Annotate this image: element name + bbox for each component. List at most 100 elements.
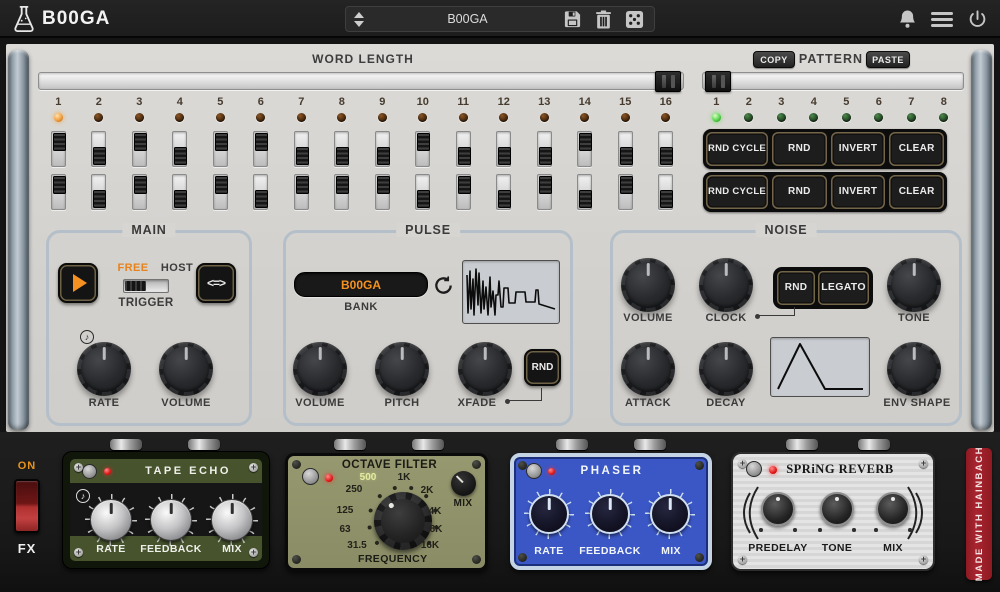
notifications-bell-icon[interactable] [898, 9, 917, 29]
step-slider[interactable] [51, 174, 66, 210]
phaser-mix-knob[interactable] [650, 494, 690, 534]
spring-reverb-tone-knob[interactable] [820, 492, 854, 526]
fx-on-rocker-switch[interactable] [14, 479, 40, 533]
pulse-row-buttons: RND CYCLE RND INVERT CLEAR [703, 129, 947, 169]
step-slider[interactable] [253, 131, 268, 167]
step-slider[interactable] [334, 131, 349, 167]
preset-name[interactable]: B00GA [372, 12, 563, 26]
octave-filter-mix-knob[interactable] [451, 471, 476, 496]
play-button[interactable] [58, 263, 98, 303]
step-slider[interactable] [172, 174, 187, 210]
bank-reload-icon[interactable] [433, 275, 454, 296]
word-length-slider-handle[interactable] [655, 71, 681, 92]
octave-filter-stomp-button[interactable] [302, 468, 319, 485]
step-slider[interactable] [132, 131, 147, 167]
rnd-cycle-button[interactable]: RND CYCLE [706, 132, 768, 166]
step-slider[interactable] [375, 174, 390, 210]
bank-display[interactable]: B00GA [294, 272, 428, 297]
step-number: 7 [908, 96, 914, 108]
tape-echo-feedback-knob[interactable] [150, 499, 192, 541]
step-slider[interactable] [618, 174, 633, 210]
step-slider[interactable] [577, 174, 592, 210]
invert-button[interactable]: INVERT [831, 175, 886, 209]
step-slider[interactable] [496, 174, 511, 210]
pulse-pitch-knob[interactable] [375, 342, 429, 396]
spring-reverb-led [769, 466, 777, 474]
pattern-copy-button[interactable]: COPY [753, 51, 795, 68]
step-slider[interactable] [618, 131, 633, 167]
step-number: 15 [619, 96, 631, 108]
noise-decay-knob[interactable] [699, 342, 753, 396]
plugin-window: B00GA B00GA [0, 0, 1000, 592]
delete-preset-icon[interactable] [595, 10, 612, 29]
step-slider[interactable] [334, 174, 349, 210]
menu-icon[interactable] [931, 12, 953, 27]
pattern-slider[interactable] [702, 72, 964, 90]
noise-tone-knob[interactable] [887, 258, 941, 312]
clear-button[interactable]: CLEAR [889, 132, 944, 166]
free-label[interactable]: FREE [112, 262, 154, 274]
randomize-preset-dice-icon[interactable] [625, 10, 644, 29]
free-host-switch[interactable] [123, 279, 169, 293]
step-slider[interactable] [172, 131, 187, 167]
noise-env-shape-knob[interactable] [887, 342, 941, 396]
pulse-xfade-rnd-button[interactable]: RND [524, 349, 561, 386]
main-rate-knob[interactable] [77, 342, 131, 396]
phaser-rate-knob[interactable] [529, 494, 569, 534]
step-slider[interactable] [456, 174, 471, 210]
tape-echo-mix-knob[interactable] [211, 499, 253, 541]
step-slider[interactable] [51, 131, 66, 167]
switch-handle[interactable] [125, 281, 146, 291]
power-icon[interactable] [967, 9, 988, 30]
step-slider[interactable] [577, 131, 592, 167]
word-length-slider[interactable] [38, 72, 684, 90]
step-slider[interactable] [537, 131, 552, 167]
step-slider[interactable] [375, 131, 390, 167]
rnd-button[interactable]: RND [772, 175, 827, 209]
phaser-stomp-button[interactable] [526, 463, 542, 479]
step-slider[interactable] [213, 131, 228, 167]
sync-button[interactable]: <=> [196, 263, 236, 303]
main-volume-knob[interactable] [159, 342, 213, 396]
noise-attack-knob[interactable] [621, 342, 675, 396]
pedal-foot [188, 439, 220, 450]
save-preset-icon[interactable] [563, 10, 582, 29]
tape-echo-stomp-button[interactable] [82, 464, 97, 479]
clear-button[interactable]: CLEAR [889, 175, 944, 209]
tape-echo-note-icon[interactable]: ♪ [76, 489, 90, 503]
step-slider[interactable] [415, 174, 430, 210]
step-slider[interactable] [294, 174, 309, 210]
step-slider[interactable] [456, 131, 471, 167]
tempo-sync-note-icon[interactable]: ♪ [80, 330, 94, 344]
step-slider[interactable] [415, 131, 430, 167]
step-slider[interactable] [91, 131, 106, 167]
phaser-feedback-knob[interactable] [590, 494, 630, 534]
step-slider[interactable] [294, 131, 309, 167]
rnd-button[interactable]: RND [772, 132, 827, 166]
noise-clock-knob[interactable] [699, 258, 753, 312]
pulse-xfade-knob[interactable] [458, 342, 512, 396]
pattern-paste-button[interactable]: PASTE [866, 51, 910, 68]
host-label[interactable]: HOST [156, 262, 198, 274]
step-slider[interactable] [213, 174, 228, 210]
rnd-cycle-button[interactable]: RND CYCLE [706, 175, 768, 209]
preset-prev-next-buttons[interactable] [346, 7, 372, 31]
invert-button[interactable]: INVERT [831, 132, 886, 166]
noise-legato-button[interactable]: LEGATO [818, 271, 869, 305]
step-slider[interactable] [253, 174, 268, 210]
tape-echo-rate-knob[interactable] [90, 499, 132, 541]
noise-clock-rnd-button[interactable]: RND [777, 271, 815, 305]
step-number: 9 [379, 96, 385, 108]
step-slider[interactable] [91, 174, 106, 210]
pattern-slider-handle[interactable] [705, 71, 731, 92]
step-slider[interactable] [132, 174, 147, 210]
spring-reverb-predelay-knob[interactable] [761, 492, 795, 526]
pulse-volume-knob[interactable] [293, 342, 347, 396]
noise-volume-knob[interactable] [621, 258, 675, 312]
step-slider[interactable] [496, 131, 511, 167]
spring-reverb-mix-knob[interactable] [876, 492, 910, 526]
step-slider[interactable] [658, 174, 673, 210]
step-slider[interactable] [537, 174, 552, 210]
step-slider[interactable] [658, 131, 673, 167]
spring-reverb-stomp-button[interactable] [746, 461, 762, 477]
